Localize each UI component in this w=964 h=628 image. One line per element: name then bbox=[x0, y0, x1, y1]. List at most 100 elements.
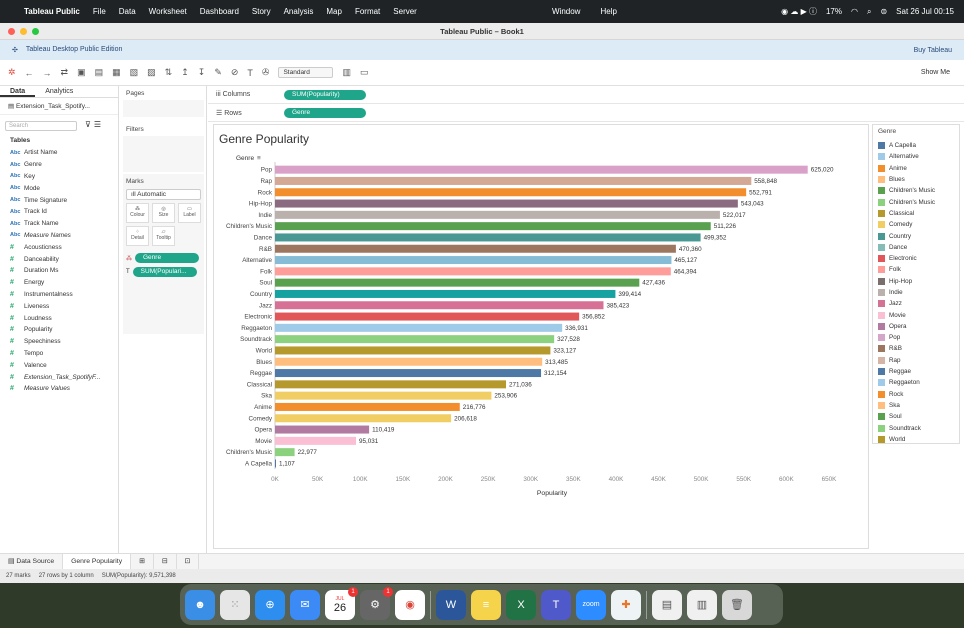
bar[interactable] bbox=[275, 436, 356, 445]
search-icon[interactable]: ⌕ bbox=[867, 7, 871, 17]
status-icons[interactable]: ◉ ☁ ▶ ⓘ bbox=[781, 6, 817, 17]
dimension-field[interactable]: Abc Artist Name bbox=[0, 147, 118, 159]
system-settings-icon[interactable]: ⚙ 1 bbox=[360, 586, 393, 620]
list-options-icon[interactable]: ☰ bbox=[94, 120, 101, 129]
legend-item[interactable]: Soul bbox=[873, 411, 959, 422]
word-icon[interactable]: W bbox=[436, 589, 466, 620]
trash-icon[interactable]: 🗑 bbox=[722, 589, 752, 620]
legend-item[interactable]: Ska bbox=[873, 400, 959, 411]
control-center-icon[interactable]: ⊜ bbox=[880, 7, 887, 16]
tab-genre-popularity[interactable]: Genre Popularity bbox=[63, 553, 132, 570]
bar[interactable] bbox=[275, 222, 711, 231]
sort-desc-icon[interactable]: ↧ bbox=[198, 67, 206, 78]
measure-field[interactable]: # Instrumentalness bbox=[0, 289, 118, 301]
zoom-window-button[interactable] bbox=[32, 28, 39, 35]
document-thumbnail-icon[interactable]: ▤ bbox=[652, 589, 682, 620]
menu-dashboard[interactable]: Dashboard bbox=[200, 7, 239, 16]
legend-item[interactable]: Country bbox=[873, 230, 959, 241]
bar[interactable] bbox=[275, 369, 542, 378]
bar[interactable] bbox=[275, 165, 808, 174]
legend-item[interactable]: Children's Music bbox=[873, 196, 959, 207]
bar[interactable] bbox=[275, 323, 563, 332]
legend-item[interactable]: Anime bbox=[873, 163, 959, 174]
tab-data-source[interactable]: ▤ Data Source bbox=[0, 553, 64, 570]
legend-item[interactable]: Movie bbox=[873, 309, 959, 320]
legend-item[interactable]: Pop bbox=[873, 332, 959, 343]
new-worksheet-icon[interactable]: ▦ bbox=[112, 67, 121, 78]
fix-axes-icon[interactable]: ✇ bbox=[262, 67, 270, 78]
notes-icon[interactable]: ≡ bbox=[471, 589, 501, 620]
bar[interactable] bbox=[275, 380, 507, 389]
menu-help[interactable]: Help bbox=[600, 7, 616, 16]
filters-card[interactable] bbox=[123, 136, 204, 172]
new-worksheet-tab-icon[interactable]: ⊞ bbox=[131, 553, 154, 570]
legend-item[interactable]: Classical bbox=[873, 208, 959, 219]
zoom-icon[interactable]: zoom bbox=[576, 589, 606, 620]
bar[interactable] bbox=[275, 199, 738, 208]
datasource-item[interactable]: ▤ Extension_Task_Spotify... bbox=[0, 98, 118, 115]
highlight-icon[interactable]: ✎ bbox=[214, 67, 222, 78]
rows-pill[interactable]: Genre bbox=[284, 107, 366, 118]
legend-item[interactable]: Reggae bbox=[873, 366, 959, 377]
menu-app-name[interactable]: Tableau Public bbox=[24, 7, 80, 16]
connect-data-icon[interactable]: ⇄ bbox=[61, 67, 69, 78]
chrome-icon[interactable]: ◉ bbox=[395, 589, 425, 620]
tableau-public-icon[interactable]: ✚ bbox=[611, 589, 641, 620]
bar[interactable] bbox=[275, 391, 492, 400]
tab-data[interactable]: Data bbox=[0, 86, 36, 97]
bar[interactable] bbox=[275, 448, 295, 457]
dimension-field[interactable]: Abc Track Id bbox=[0, 206, 118, 218]
legend-item[interactable]: Reggaeton bbox=[873, 377, 959, 388]
cards-icon[interactable]: ▥ bbox=[342, 67, 351, 78]
document-thumbnail-icon-2[interactable]: ▥ bbox=[687, 589, 717, 620]
bar[interactable] bbox=[275, 346, 551, 355]
measure-field[interactable]: # Measure Values bbox=[0, 383, 118, 395]
launchpad-icon[interactable]: ⁙ bbox=[220, 589, 250, 620]
legend-item[interactable]: Electronic bbox=[873, 253, 959, 264]
safari-icon[interactable]: ⊕ bbox=[255, 589, 285, 620]
bar[interactable] bbox=[275, 301, 604, 310]
field-search-input[interactable]: Search bbox=[5, 121, 77, 131]
measure-field[interactable]: # Popularity bbox=[0, 324, 118, 336]
battery-percent[interactable]: 17% bbox=[826, 7, 842, 16]
menu-data[interactable]: Data bbox=[119, 7, 136, 16]
bar[interactable] bbox=[275, 335, 555, 344]
tableau-home-icon[interactable]: ✲ bbox=[8, 67, 16, 78]
menu-file[interactable]: File bbox=[93, 7, 106, 16]
back-icon[interactable]: ← bbox=[25, 68, 34, 78]
detail-button[interactable]: ⁘ Detail bbox=[126, 226, 149, 246]
bar[interactable] bbox=[275, 188, 747, 197]
dimension-field[interactable]: Abc Track Name bbox=[0, 218, 118, 230]
dimension-field[interactable]: Abc Key bbox=[0, 171, 118, 183]
legend-item[interactable]: Rap bbox=[873, 355, 959, 366]
tooltip-button[interactable]: ▱ Tooltip bbox=[152, 226, 175, 246]
dimension-field[interactable]: Abc Measure Names bbox=[0, 230, 118, 242]
dimension-field[interactable]: Abc Mode bbox=[0, 182, 118, 194]
new-story-tab-icon[interactable]: ⊡ bbox=[177, 553, 200, 570]
forward-icon[interactable]: → bbox=[43, 68, 52, 78]
legend-item[interactable]: R&B bbox=[873, 343, 959, 354]
swap-icon[interactable]: ⇅ bbox=[165, 67, 173, 78]
bar[interactable] bbox=[275, 256, 672, 265]
new-dashboard-tab-icon[interactable]: ⊟ bbox=[154, 553, 177, 570]
bar[interactable] bbox=[275, 459, 276, 468]
menu-analysis[interactable]: Analysis bbox=[284, 7, 314, 16]
bar[interactable] bbox=[275, 402, 460, 411]
legend-item[interactable]: Dance bbox=[873, 242, 959, 253]
legend-item[interactable]: Soundtrack bbox=[873, 422, 959, 433]
pages-card[interactable] bbox=[123, 100, 204, 117]
clear-icon[interactable]: ▨ bbox=[147, 67, 156, 78]
duplicate-icon[interactable]: ▧ bbox=[130, 67, 139, 78]
excel-icon[interactable]: X bbox=[506, 589, 536, 620]
close-window-button[interactable] bbox=[8, 28, 15, 35]
clock[interactable]: Sat 26 Jul 00:15 bbox=[896, 7, 954, 16]
measure-field[interactable]: # Acousticness bbox=[0, 241, 118, 253]
bar[interactable] bbox=[275, 244, 676, 253]
size-button[interactable]: ◎ Size bbox=[152, 203, 175, 223]
bar[interactable] bbox=[275, 210, 720, 219]
measure-field[interactable]: # Liveness bbox=[0, 300, 118, 312]
menu-story[interactable]: Story bbox=[252, 7, 271, 16]
bar[interactable] bbox=[275, 414, 452, 423]
menu-worksheet[interactable]: Worksheet bbox=[149, 7, 187, 16]
measure-field[interactable]: # Speechiness bbox=[0, 336, 118, 348]
